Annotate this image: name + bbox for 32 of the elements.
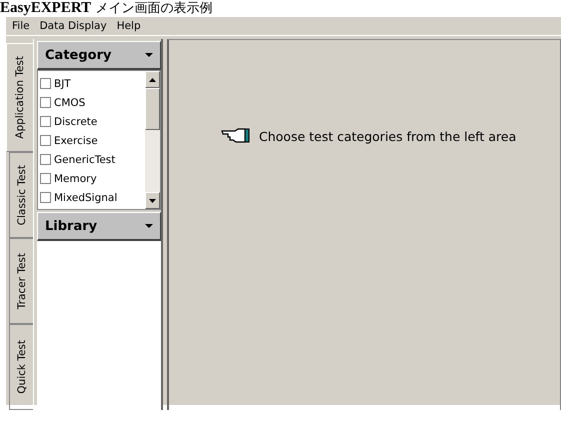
pointing-hand-icon [221, 128, 251, 144]
checkbox[interactable] [40, 173, 51, 184]
vertical-tab[interactable]: Application Test [6, 43, 33, 152]
category-label: Memory [54, 172, 97, 184]
scrollbar-thumb[interactable] [145, 88, 160, 130]
category-label: Exercise [54, 134, 98, 146]
category-label: BJT [54, 78, 71, 90]
vertical-tab[interactable]: Tracer Test [9, 238, 33, 324]
category-label: GenericTest [54, 154, 116, 166]
dropdown-icon [145, 53, 153, 57]
checkbox[interactable] [40, 135, 51, 146]
scroll-down-icon[interactable] [145, 192, 160, 209]
category-header[interactable]: Category [37, 41, 161, 70]
category-label: CMOS [54, 96, 86, 108]
scrollbar[interactable] [145, 71, 160, 209]
dropdown-icon [145, 224, 153, 228]
checkbox[interactable] [40, 116, 51, 127]
scroll-up-icon[interactable] [145, 71, 160, 88]
menu-item[interactable]: File [12, 17, 30, 35]
vertical-tab[interactable]: Quick Test [9, 324, 33, 410]
checkbox[interactable] [40, 78, 51, 89]
category-label: Discrete [54, 116, 98, 128]
checkbox[interactable] [40, 97, 51, 108]
category-label: MixedSignal [54, 192, 118, 204]
checkbox[interactable] [40, 154, 51, 165]
instruction-text: Choose test categories from the left area [259, 128, 516, 144]
menu-item[interactable]: Help [116, 17, 141, 35]
checkbox[interactable] [40, 192, 51, 203]
library-header[interactable]: Library [37, 212, 161, 241]
vertical-tab[interactable]: Classic Test [9, 152, 33, 238]
menu-item[interactable]: Data Display [40, 17, 107, 35]
caption-title: EasyEXPERT メイン画面の表示例 [0, 0, 214, 17]
